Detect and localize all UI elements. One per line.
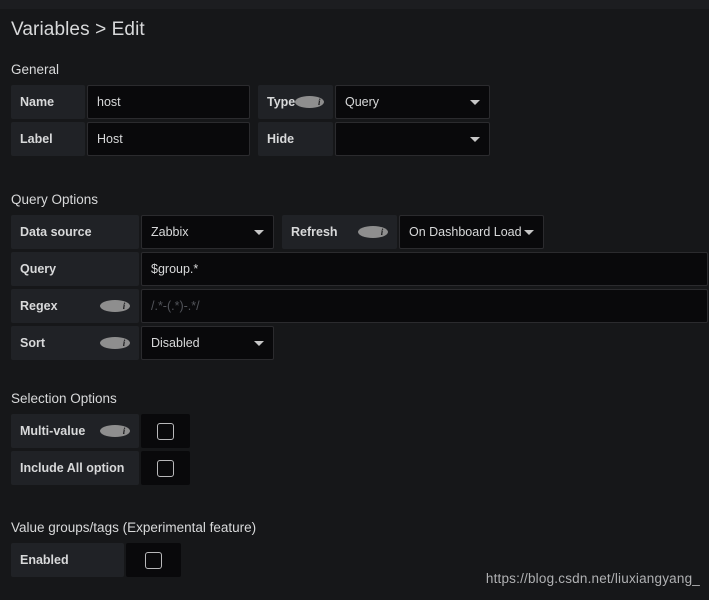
label-label-text: Label: [20, 132, 53, 146]
data-source-label-text: Data source: [20, 225, 92, 239]
query-input[interactable]: $group.*: [141, 252, 708, 286]
name-input[interactable]: host: [87, 85, 250, 119]
hide-label-text: Hide: [267, 132, 295, 146]
regex-label-text: Regex: [20, 299, 58, 313]
sort-label-text: Sort: [20, 336, 45, 350]
info-icon[interactable]: [100, 425, 130, 437]
general-section: General Name host Type Query: [11, 62, 698, 156]
data-source-label: Data source: [11, 215, 139, 249]
selection-row-multi-value: Multi-value: [11, 414, 698, 448]
type-field-group: Type Query: [258, 85, 490, 119]
selection-row-include-all: Include All option: [11, 451, 698, 485]
hide-label: Hide: [258, 122, 333, 156]
include-all-checkbox-cell[interactable]: [141, 451, 190, 485]
query-row-regex: Regex /.*-(.*)-.*/: [11, 289, 709, 323]
multi-value-checkbox[interactable]: [157, 422, 174, 440]
query-label: Query: [11, 252, 139, 286]
name-label: Name: [11, 85, 85, 119]
selection-options-section: Selection Options Multi-value Include Al…: [11, 391, 698, 485]
refresh-value: On Dashboard Load: [409, 225, 522, 239]
refresh-label-text: Refresh: [291, 225, 338, 239]
refresh-select[interactable]: On Dashboard Load: [399, 215, 544, 249]
query-options-section: Query Options Data source Zabbix Refresh…: [11, 192, 709, 360]
include-all-label-text: Include All option: [20, 461, 125, 475]
general-row-label-hide: Label Host Hide: [11, 122, 698, 156]
chevron-down-icon: [254, 341, 264, 346]
page-title: Variables > Edit: [11, 19, 145, 40]
enabled-label-text: Enabled: [20, 553, 69, 567]
regex-input[interactable]: /.*-(.*)-.*/: [141, 289, 708, 323]
enabled-label: Enabled: [11, 543, 124, 577]
multi-value-checkbox-cell[interactable]: [141, 414, 190, 448]
multi-value-label: Multi-value: [11, 414, 139, 448]
value-groups-section: Value groups/tags (Experimental feature)…: [11, 520, 698, 577]
chevron-down-icon: [524, 230, 534, 235]
type-select[interactable]: Query: [335, 85, 490, 119]
query-row-query: Query $group.*: [11, 252, 709, 286]
label-label: Label: [11, 122, 85, 156]
include-all-label: Include All option: [11, 451, 139, 485]
type-label-text: Type: [267, 95, 296, 109]
info-icon[interactable]: [100, 300, 130, 312]
sort-value: Disabled: [151, 336, 200, 350]
chevron-down-icon: [470, 137, 480, 142]
hide-select[interactable]: [335, 122, 490, 156]
label-input[interactable]: Host: [87, 122, 250, 156]
data-source-value: Zabbix: [151, 225, 189, 239]
info-icon[interactable]: [358, 226, 388, 238]
enabled-checkbox-cell[interactable]: [126, 543, 181, 577]
data-source-select[interactable]: Zabbix: [141, 215, 274, 249]
label-field-group: Label Host: [11, 122, 250, 156]
info-icon[interactable]: [100, 337, 130, 349]
value-groups-section-header: Value groups/tags (Experimental feature): [11, 520, 257, 535]
chevron-down-icon: [470, 100, 480, 105]
type-label: Type: [258, 85, 333, 119]
chevron-down-icon: [254, 230, 264, 235]
sort-select[interactable]: Disabled: [141, 326, 274, 360]
type-select-value: Query: [345, 95, 380, 109]
refresh-label: Refresh: [282, 215, 397, 249]
info-icon[interactable]: [295, 96, 325, 108]
selection-options-section-header: Selection Options: [11, 391, 117, 406]
query-row-datasource-refresh: Data source Zabbix Refresh On Dashboard …: [11, 215, 709, 249]
watermark-url: https://blog.csdn.net/liuxiangyang_: [485, 571, 700, 586]
hide-field-group: Hide: [258, 122, 490, 156]
refresh-field-group: Refresh On Dashboard Load: [282, 215, 544, 249]
enabled-checkbox[interactable]: [145, 551, 162, 569]
name-label-text: Name: [20, 95, 55, 109]
name-field-group: Name host: [11, 85, 250, 119]
multi-value-label-text: Multi-value: [20, 424, 86, 438]
regex-label: Regex: [11, 289, 139, 323]
general-section-header: General: [11, 62, 60, 77]
query-row-sort: Sort Disabled: [11, 326, 709, 360]
query-options-section-header: Query Options: [11, 192, 99, 207]
include-all-checkbox[interactable]: [157, 459, 174, 477]
query-label-text: Query: [20, 262, 57, 276]
general-row-name-type: Name host Type Query: [11, 85, 698, 119]
sort-label: Sort: [11, 326, 139, 360]
variable-edit-page: Variables > Edit General Name host Type …: [0, 0, 709, 600]
